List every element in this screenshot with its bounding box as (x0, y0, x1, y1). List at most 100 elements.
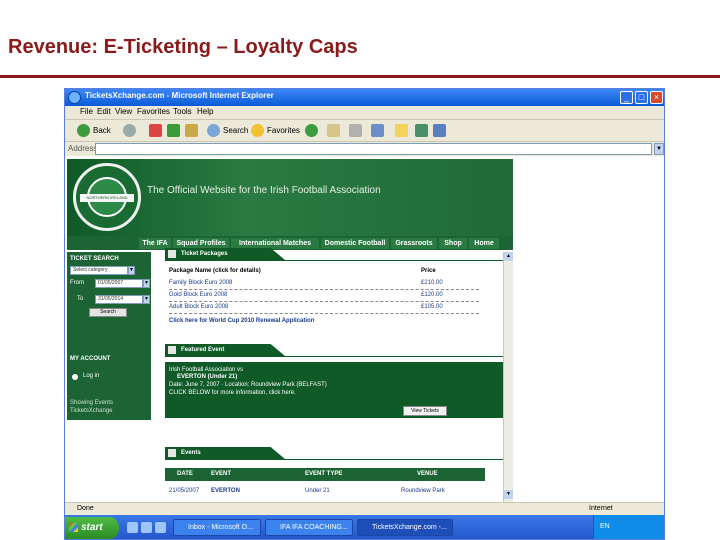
search-label[interactable]: Search (223, 126, 248, 135)
calendar-icon[interactable]: ▼ (143, 295, 150, 304)
taskbar-item-ticketsxchange[interactable]: TicketsXchange.com -... (357, 519, 453, 536)
view-tickets-button[interactable]: View Tickets (403, 406, 447, 416)
quicklaunch-outlook-icon[interactable] (155, 522, 166, 533)
favorites-label[interactable]: Favorites (267, 126, 300, 135)
taskbar-item-ifa[interactable]: IFA IFA COACHING... (265, 519, 353, 536)
stop-icon[interactable] (149, 124, 162, 137)
from-date-input[interactable]: 01/05/2007 (95, 279, 143, 288)
menu-view[interactable]: View (115, 107, 132, 116)
start-button[interactable]: start (65, 517, 119, 539)
menu-bar: File Edit View Favorites Tools Help (65, 106, 664, 120)
taskbar-item-inbox[interactable]: Inbox - Microsoft O... (173, 519, 261, 536)
table-row[interactable]: 21/05/2007 EVERTON Under 21 Roundview Pa… (165, 488, 485, 498)
featured-line-4: CLICK BELOW for more information, click … (169, 390, 296, 396)
nav-the-ifa[interactable]: The IFA (139, 238, 171, 249)
nav-home[interactable]: Home (469, 238, 499, 249)
back-label[interactable]: Back (93, 126, 111, 135)
ifa-crest-logo: NORTHERN IRELAND (73, 163, 141, 231)
menu-tools[interactable]: Tools (173, 107, 192, 116)
panel-divider (165, 356, 513, 357)
menu-edit[interactable]: Edit (97, 107, 111, 116)
price-column: Price (421, 268, 436, 274)
site-nav: The IFA Squad Profiles International Mat… (67, 236, 513, 250)
sidebar-footer-line1: Showing Events (70, 400, 114, 406)
event-type: Under 21 (305, 488, 330, 494)
zone-text: Internet (589, 505, 613, 512)
category-select[interactable]: Select category (70, 266, 128, 275)
start-label: start (81, 522, 103, 533)
package-name-column: Package Name (click for details) (169, 268, 261, 274)
events-col-type: EVENT TYPE (305, 471, 343, 477)
ticket-packages-header: Ticket Packages (165, 248, 285, 260)
quicklaunch-desktop-icon[interactable] (127, 522, 138, 533)
address-label: Address (68, 144, 98, 153)
ticket-search-button[interactable]: Search (89, 308, 127, 317)
print-icon[interactable] (349, 124, 362, 137)
featured-line-1: Irish Football Association vs (169, 367, 244, 373)
scroll-down-icon[interactable]: ▼ (504, 490, 513, 499)
ticket-search-heading: TICKET SEARCH (70, 256, 119, 262)
my-account-heading: MY ACCOUNT (70, 356, 111, 362)
scroll-up-icon[interactable]: ▲ (504, 252, 513, 261)
research-icon[interactable] (433, 124, 446, 137)
featured-line-3: Date: June 7, 2007 · Location: Roundview… (169, 382, 327, 388)
menu-help[interactable]: Help (197, 107, 213, 116)
folder-icon[interactable] (395, 124, 408, 137)
row-divider (169, 301, 479, 302)
search-icon[interactable] (207, 124, 220, 137)
address-bar: Address ▼ (65, 142, 664, 156)
edit-icon[interactable] (371, 124, 384, 137)
home-icon[interactable] (185, 124, 198, 137)
login-label[interactable]: Log in (83, 373, 99, 379)
window-title: TicketsXchange.com - Microsoft Internet … (85, 91, 274, 100)
events-col-date: DATE (177, 471, 193, 477)
sidebar: TICKET SEARCH Select category ▼ From 01/… (67, 252, 151, 420)
package-name[interactable]: Gold Block Euro 2008 (169, 292, 227, 298)
title-divider (0, 75, 720, 78)
favorites-star-icon[interactable] (251, 124, 264, 137)
event-name[interactable]: EVERTON (211, 488, 240, 494)
menu-file[interactable]: File (80, 107, 93, 116)
to-label: To (77, 296, 84, 302)
messenger-icon[interactable] (415, 124, 428, 137)
calendar-icon[interactable]: ▼ (143, 279, 150, 288)
maximize-button[interactable]: □ (635, 91, 648, 104)
row-divider (169, 313, 479, 314)
nav-grassroots[interactable]: Grassroots (391, 238, 437, 249)
quicklaunch-ie-icon[interactable] (141, 522, 152, 533)
refresh-icon[interactable] (167, 124, 180, 137)
history-icon[interactable] (305, 124, 318, 137)
package-name[interactable]: Adult Block Euro 2008 (169, 304, 228, 310)
row-divider (169, 289, 479, 290)
events-header: Events (165, 447, 285, 459)
events-col-event: EVENT (211, 471, 232, 477)
to-date-input[interactable]: 31/05/2014 (95, 295, 143, 304)
close-button[interactable]: × (650, 91, 663, 104)
chevron-down-icon[interactable]: ▼ (128, 266, 135, 275)
nav-domestic-football[interactable]: Domestic Football (321, 238, 389, 249)
browser-toolbar: Back Search Favorites (65, 120, 664, 142)
package-name[interactable]: Family Block Euro 2008 (169, 280, 232, 286)
login-radio[interactable] (72, 374, 78, 380)
language-indicator[interactable]: EN (600, 523, 610, 530)
site-title: The Official Website for the Irish Footb… (147, 185, 381, 196)
back-icon[interactable] (77, 124, 90, 137)
status-text: Done (77, 505, 94, 512)
nav-international-matches[interactable]: International Matches (231, 238, 319, 249)
ticket-packages-title: Ticket Packages (181, 251, 228, 257)
featured-event-box: Irish Football Association vs EVERTON (U… (165, 362, 511, 418)
windows-logo-icon (69, 523, 78, 532)
nav-squad-profiles[interactable]: Squad Profiles (173, 238, 229, 249)
forward-icon[interactable] (123, 124, 136, 137)
nav-shop[interactable]: Shop (439, 238, 467, 249)
menu-favorites[interactable]: Favorites (137, 107, 170, 116)
site-banner: NORTHERN IRELAND The Official Website fo… (67, 159, 513, 236)
vertical-scrollbar[interactable]: ▲ ▼ (503, 252, 513, 502)
mail-icon[interactable] (327, 124, 340, 137)
address-dropdown-button[interactable]: ▼ (654, 143, 664, 155)
internet-explorer-icon (68, 91, 81, 104)
status-bar: Done Internet (65, 502, 664, 515)
address-input[interactable] (95, 143, 652, 155)
world-cup-renewal-link[interactable]: Click here for World Cup 2010 Renewal Ap… (169, 318, 314, 324)
minimize-button[interactable]: _ (620, 91, 633, 104)
